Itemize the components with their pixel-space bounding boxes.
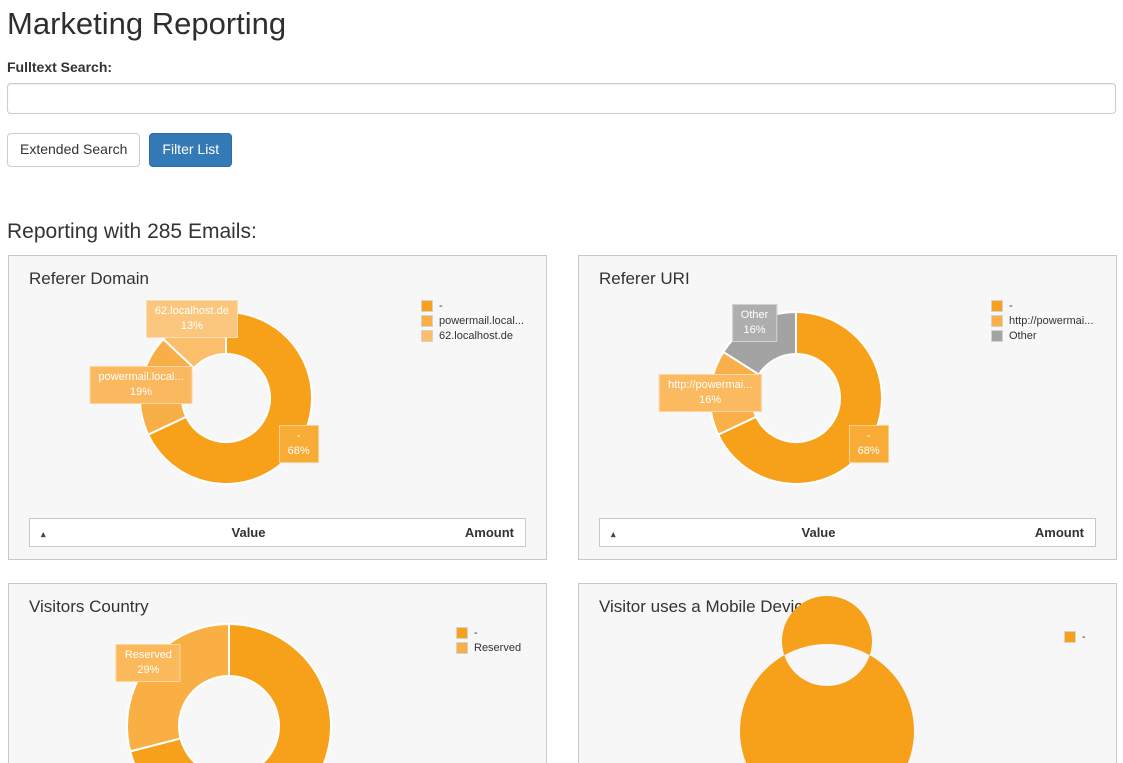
chart-legend: - powermail.local... 62.localhost.de (421, 300, 524, 345)
legend-label: http://powermai... (1009, 315, 1093, 327)
button-row: Extended Search Filter List (7, 133, 232, 167)
legend-item[interactable]: - (456, 627, 521, 639)
amount-column-header[interactable]: Amount (1003, 525, 1095, 540)
legend-label: Reserved (474, 642, 521, 654)
legend-marker (421, 315, 433, 327)
fulltext-search-label: Fulltext Search: (7, 59, 112, 75)
legend-marker (456, 642, 468, 654)
legend-item[interactable]: - (1064, 631, 1086, 643)
results-table-header: ▴ Value Amount (29, 518, 526, 547)
panel-referer-domain: Referer Domain -68%powermail.local...19%… (8, 255, 547, 560)
legend-label: - (474, 627, 478, 639)
fulltext-search-input[interactable] (7, 83, 1116, 114)
donut-chart (579, 584, 1116, 763)
pie-slice-label: Reserved29% (116, 644, 181, 682)
legend-label: - (439, 300, 443, 312)
amount-column-header[interactable]: Amount (433, 525, 525, 540)
value-column-header[interactable]: Value (64, 525, 433, 540)
pie-slice-label: -68% (279, 425, 319, 463)
pie-slice-label: 62.localhost.de13% (146, 300, 238, 338)
legend-label: 62.localhost.de (439, 330, 513, 342)
sort-asc-icon: ▴ (611, 529, 616, 539)
legend-label: - (1082, 631, 1086, 643)
sort-column-header[interactable]: ▴ (30, 525, 64, 540)
legend-item[interactable]: 62.localhost.de (421, 330, 524, 342)
chart-legend: - Reserved (456, 627, 521, 657)
chart-legend: - http://powermai... Other (991, 300, 1093, 345)
legend-marker (991, 330, 1003, 342)
pie-slice-label: -68% (849, 425, 889, 463)
panel-referer-uri: Referer URI -68%http://powermai...16%Oth… (578, 255, 1117, 560)
chart-legend: - (1064, 631, 1086, 646)
legend-label: Other (1009, 330, 1037, 342)
legend-marker (421, 330, 433, 342)
legend-marker (991, 300, 1003, 312)
legend-marker (421, 300, 433, 312)
legend-item[interactable]: http://powermai... (991, 315, 1093, 327)
sort-column-header[interactable]: ▴ (600, 525, 634, 540)
legend-marker (456, 627, 468, 639)
legend-item[interactable]: - (421, 300, 524, 312)
filter-list-button[interactable]: Filter List (149, 133, 232, 167)
pie-slice-label: Other16% (732, 304, 778, 342)
sort-asc-icon: ▴ (41, 529, 46, 539)
legend-marker (1064, 631, 1076, 643)
pie-slice-label: http://powermai...16% (659, 374, 761, 412)
donut-chart: -71%Reserved29% (9, 584, 546, 763)
value-column-header[interactable]: Value (634, 525, 1003, 540)
legend-item[interactable]: Reserved (456, 642, 521, 654)
legend-item[interactable]: - (991, 300, 1093, 312)
legend-marker (991, 315, 1003, 327)
pie-slice[interactable] (740, 596, 914, 763)
legend-label: powermail.local... (439, 315, 524, 327)
results-table-header: ▴ Value Amount (599, 518, 1096, 547)
pie-slice[interactable] (127, 624, 229, 751)
pie-slice-label: powermail.local...19% (90, 366, 193, 404)
panel-visitors-country: Visitors Country -71%Reserved29% -Reserv… (8, 583, 547, 763)
reporting-heading: Reporting with 285 Emails: (7, 220, 257, 244)
page-title: Marketing Reporting (7, 6, 286, 42)
legend-item[interactable]: powermail.local... (421, 315, 524, 327)
extended-search-button[interactable]: Extended Search (7, 133, 140, 167)
legend-label: - (1009, 300, 1013, 312)
legend-item[interactable]: Other (991, 330, 1093, 342)
panel-visitor-mobile-device: Visitor uses a Mobile Device - (578, 583, 1117, 763)
